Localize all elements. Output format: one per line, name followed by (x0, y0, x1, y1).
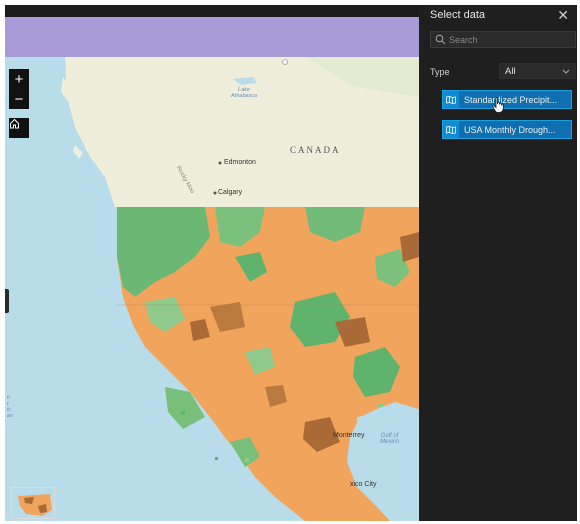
top-bar (5, 5, 419, 17)
panel-title: Select data (430, 9, 486, 21)
data-item-label: USA Monthly Drough... (464, 124, 556, 135)
label-gulf-of-mexico: Gulf of Mexico (380, 433, 400, 445)
data-item-label: Standardized Precipit... (464, 94, 558, 105)
hand-cursor-icon (492, 97, 504, 113)
type-dropdown[interactable]: All (499, 63, 576, 79)
chevron-down-icon (562, 69, 570, 74)
app-window: CANADA Edmonton Calgary Lake Athabasca R… (5, 5, 577, 521)
data-item-usa-monthly-drought[interactable]: USA Monthly Drough... (442, 120, 572, 139)
label-calgary: Calgary (218, 189, 243, 196)
zoom-in-button[interactable]: + (9, 69, 29, 89)
home-button[interactable] (9, 118, 29, 138)
basemap-thumbnail-image (12, 488, 54, 518)
label-canada: CANADA (290, 145, 341, 155)
header-banner (5, 17, 419, 57)
label-edmonton: Edmonton (224, 159, 256, 166)
zoom-out-button[interactable]: − (9, 89, 29, 109)
panel-resize-handle[interactable] (5, 289, 9, 313)
label-lake-athabasca: Lake Athabasca (231, 87, 257, 99)
zoom-control: + − (9, 69, 29, 109)
select-data-panel: Select data ✕ Type All Standardized Prec… (419, 5, 577, 521)
map-layer-icon (443, 121, 459, 138)
label-mexico-city: xico City (350, 481, 377, 488)
basemap-thumbnail[interactable] (11, 487, 55, 519)
search-icon (435, 34, 446, 45)
map-layer-icon (443, 91, 459, 108)
data-item-standardized-precipitation[interactable]: Standardized Precipit... (442, 90, 572, 109)
type-selected-value: All (505, 65, 516, 77)
label-ocean-edge: h t ic an (7, 395, 14, 419)
basemap (61, 57, 419, 521)
search-input[interactable] (446, 34, 569, 45)
map-view[interactable]: CANADA Edmonton Calgary Lake Athabasca R… (5, 57, 419, 521)
close-button[interactable]: ✕ (557, 7, 569, 24)
type-label: Type (430, 67, 450, 77)
label-monterrey: Monterrey (333, 432, 365, 439)
close-icon: ✕ (557, 7, 569, 23)
search-box[interactable] (430, 31, 576, 48)
home-icon (10, 118, 19, 129)
